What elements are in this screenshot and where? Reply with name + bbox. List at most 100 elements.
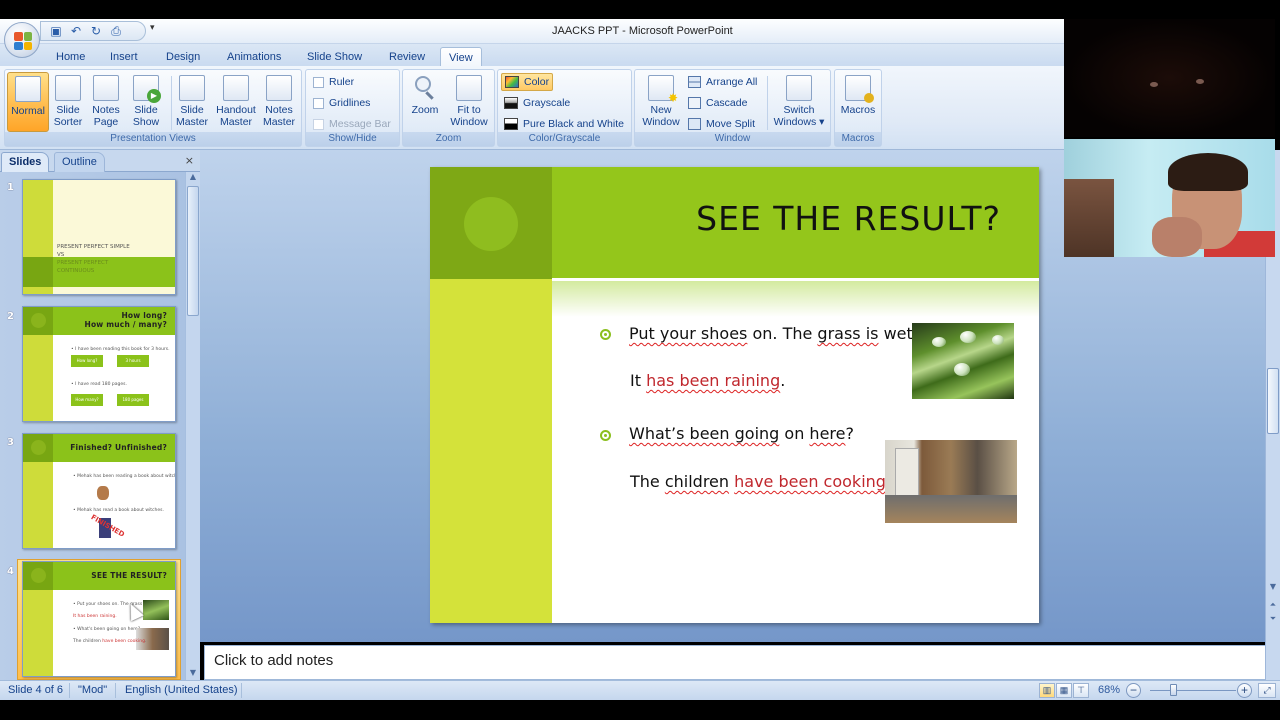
answer-2-text[interactable]: The children have been cooking.	[630, 472, 891, 491]
slide-indicator: Slide 4 of 6	[8, 684, 64, 696]
zoom-slider-track[interactable]	[1150, 690, 1236, 691]
tab-animations[interactable]: Animations	[221, 47, 287, 67]
scrollbar-thumb[interactable]	[187, 186, 199, 316]
checkbox-icon	[313, 118, 324, 130]
zoom-in-icon[interactable]: +	[1237, 683, 1252, 698]
previous-slide-icon[interactable]: ⏶	[1266, 600, 1280, 612]
scroll-down-icon[interactable]: ▼	[1266, 582, 1280, 594]
bullet-2-text[interactable]: What’s been going on here?	[629, 424, 854, 443]
office-button[interactable]	[4, 22, 40, 58]
scroll-up-icon[interactable]: ▲	[186, 172, 200, 184]
move-split-button[interactable]: Move Split	[685, 115, 758, 133]
save-icon[interactable]: ▣	[49, 24, 63, 38]
slide-master-button[interactable]: Slide Master	[173, 72, 211, 132]
tab-insert[interactable]: Insert	[104, 47, 144, 67]
text-run: on	[779, 424, 810, 443]
slide-thumbnail-1[interactable]: PRESENT PERFECT SIMPLE VS PRESENT PERFEC…	[22, 179, 176, 295]
customize-qat-icon[interactable]: ▾	[150, 23, 155, 33]
thumb-circle	[31, 568, 46, 583]
thumb-image	[97, 486, 109, 500]
tab-review[interactable]: Review	[383, 47, 431, 67]
zoom-slider-thumb[interactable]	[1170, 684, 1177, 696]
webcam-background-cabinet	[1064, 179, 1114, 257]
group-label: Color/Grayscale	[498, 132, 631, 146]
slide-show-icon[interactable]: ⊤	[1073, 683, 1089, 698]
text-run: here	[809, 424, 846, 443]
tab-view[interactable]: View	[440, 47, 482, 67]
highlighted-verb: have been cooking	[734, 472, 886, 491]
macros-icon	[845, 75, 874, 103]
next-slide-icon[interactable]: ⏷	[1266, 614, 1280, 626]
notes-page-button[interactable]: Notes Page	[87, 72, 125, 132]
fit-to-window-button[interactable]: Fit to Window	[447, 72, 491, 132]
gridlines-checkbox[interactable]: Gridlines	[310, 94, 373, 112]
checkbox-icon	[313, 97, 324, 109]
thumb-text: • I have read 180 pages.	[71, 382, 127, 387]
notes-master-button[interactable]: Notes Master	[259, 72, 299, 132]
normal-view-button[interactable]: Normal	[7, 72, 49, 132]
slide-thumbnail-3[interactable]: Finished? Unfinished? • Mehak has been r…	[22, 433, 176, 549]
bullet-1-text[interactable]: Put your shoes on. The grass is wet.	[629, 324, 918, 343]
normal-view-icon[interactable]: ▥	[1039, 683, 1055, 698]
button-label: Handout	[216, 104, 256, 116]
thumb-circle	[31, 313, 46, 328]
scroll-down-icon[interactable]: ▼	[186, 668, 200, 680]
tab-slides[interactable]: Slides	[1, 152, 50, 172]
zoom-button[interactable]: Zoom	[405, 72, 445, 132]
slides-panel-scrollbar[interactable]: ▲ ▼	[185, 172, 200, 680]
thumb-title: SEE THE RESULT?	[91, 571, 167, 580]
slide-title[interactable]: SEE THE RESULT?	[696, 199, 1001, 238]
scrollbar-thumb[interactable]	[1267, 368, 1279, 434]
color-button[interactable]: Color	[501, 73, 554, 91]
grayscale-button[interactable]: Grayscale	[501, 94, 573, 112]
group-label: Macros	[835, 132, 881, 146]
tab-outline[interactable]: Outline	[54, 152, 105, 172]
macros-button[interactable]: Macros	[837, 72, 879, 132]
slide-thumbnail-4[interactable]: SEE THE RESULT? • Put your shoes on. The…	[22, 561, 176, 677]
messy-kitchen-photo[interactable]	[885, 440, 1017, 523]
slide-gradient	[552, 281, 1039, 317]
color-swatch-icon	[505, 76, 519, 88]
new-window-button[interactable]: ✸ New Window	[637, 72, 685, 132]
wet-grass-photo[interactable]	[912, 323, 1014, 399]
zoom-level[interactable]: 68%	[1098, 684, 1120, 696]
redo-icon[interactable]: ↻	[89, 24, 103, 38]
button-label: Windows ▾	[773, 116, 825, 128]
button-label: Color	[524, 76, 550, 88]
ribbon-tabs: Home Insert Design Animations Slide Show…	[0, 44, 1064, 67]
slide-thumbnail-2[interactable]: How long? How much / many? • I have been …	[22, 306, 176, 422]
slide-sorter-button[interactable]: Slide Sorter	[49, 72, 87, 132]
quick-access-toolbar: ▣ ↶ ↻ ⎙	[40, 21, 146, 41]
button-label: Move Split	[706, 118, 756, 130]
tab-slide-show[interactable]: Slide Show	[301, 47, 368, 67]
undo-icon[interactable]: ↶	[69, 24, 83, 38]
pure-black-white-button[interactable]: Pure Black and White	[501, 115, 627, 133]
fit-slide-icon[interactable]: ⤢	[1258, 683, 1276, 698]
text-run: .	[780, 371, 786, 390]
button-label: Pure Black and White	[523, 118, 624, 130]
window-group: ✸ New Window Arrange All Cascade Move Sp…	[634, 69, 831, 147]
current-slide[interactable]: SEE THE RESULT? Put your shoes on. The g…	[430, 167, 1039, 623]
ruler-checkbox[interactable]: Ruler	[310, 73, 357, 91]
zoom-out-icon[interactable]: −	[1126, 683, 1141, 698]
button-label: Slide	[180, 104, 204, 116]
tab-home[interactable]: Home	[50, 47, 91, 67]
handout-master-button[interactable]: Handout Master	[213, 72, 259, 132]
theme-name: "Mod"	[78, 684, 108, 696]
thumb-text: • Mehak has been reading a book about wi…	[73, 474, 176, 479]
switch-windows-button[interactable]: Switch Windows ▾	[769, 72, 829, 132]
close-panel-icon[interactable]: ×	[185, 154, 194, 167]
language-indicator[interactable]: English (United States)	[125, 684, 238, 696]
office-logo-icon	[14, 32, 32, 50]
button-label: Show	[132, 116, 160, 128]
answer-1-text[interactable]: It has been raining.	[630, 371, 785, 390]
button-label: Master	[175, 116, 209, 128]
tab-design[interactable]: Design	[160, 47, 206, 67]
slide-sorter-icon[interactable]: ▦	[1056, 683, 1072, 698]
arrange-all-button[interactable]: Arrange All	[685, 73, 760, 91]
notes-pane[interactable]: Click to add notes	[204, 645, 1266, 680]
slide-show-button[interactable]: ▶ Slide Show	[127, 72, 165, 132]
cascade-button[interactable]: Cascade	[685, 94, 750, 112]
print-icon[interactable]: ⎙	[109, 24, 123, 38]
notes-master-icon	[266, 75, 292, 101]
